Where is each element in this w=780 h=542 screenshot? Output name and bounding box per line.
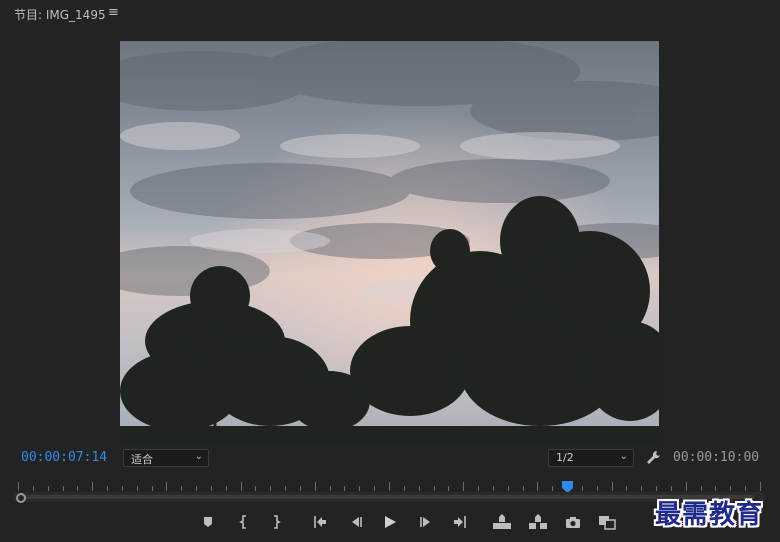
panel-header: 节目: IMG_1495 ≡ (0, 0, 780, 28)
go-to-out-icon (454, 516, 466, 528)
video-frame (120, 41, 659, 444)
fit-select[interactable]: 适合 ⌄ (123, 449, 209, 467)
step-forward-button[interactable] (415, 512, 437, 532)
step-forward-icon (420, 517, 430, 527)
fit-select-value: 适合 (131, 453, 153, 466)
current-timecode[interactable]: 00:00:07:14 (21, 450, 107, 465)
step-back-icon (352, 517, 362, 527)
add-marker-button[interactable] (197, 512, 219, 532)
extract-button[interactable] (527, 512, 549, 532)
go-to-in-icon (314, 516, 326, 528)
playhead[interactable] (561, 478, 573, 493)
zoom-scrollbar-bar[interactable] (24, 495, 754, 499)
mark-in-icon (239, 515, 246, 529)
hamburger-menu-icon[interactable]: ≡ (108, 5, 119, 20)
mark-out-button[interactable] (265, 512, 287, 532)
step-back-button[interactable] (345, 512, 367, 532)
marker-icon (204, 517, 212, 527)
lift-button[interactable] (491, 512, 513, 532)
chevron-down-icon: ⌄ (194, 451, 203, 462)
comparison-view-button[interactable] (596, 512, 618, 532)
resolution-select[interactable]: 1/2 ⌄ (548, 449, 634, 467)
camera-icon (566, 517, 580, 528)
mark-in-button[interactable] (233, 512, 255, 532)
resolution-select-value: 1/2 (556, 451, 574, 464)
panel-title[interactable]: 节目: IMG_1495 (14, 6, 106, 23)
go-to-out-button[interactable] (449, 512, 471, 532)
program-monitor-viewer[interactable] (120, 41, 659, 444)
zoom-scrollbar[interactable] (14, 492, 764, 502)
export-frame-button[interactable] (562, 512, 584, 532)
duration-timecode: 00:00:10:00 (673, 450, 760, 465)
ruler-ticks (18, 482, 761, 491)
go-to-in-button[interactable] (309, 512, 331, 532)
watermark-logo: 最需教育 (655, 500, 764, 530)
chevron-down-icon: ⌄ (619, 451, 628, 462)
wrench-icon[interactable] (645, 449, 663, 467)
play-button[interactable] (379, 512, 401, 532)
zoom-scrollbar-handle[interactable] (16, 493, 26, 503)
mark-out-icon (274, 515, 281, 529)
lift-icon (493, 514, 511, 529)
play-icon (385, 516, 396, 528)
comparison-view-icon (599, 516, 616, 530)
extract-icon (529, 514, 547, 529)
time-ruler[interactable] (14, 477, 764, 491)
